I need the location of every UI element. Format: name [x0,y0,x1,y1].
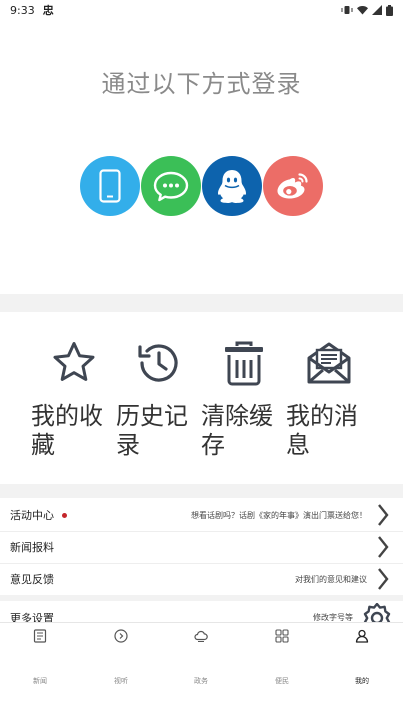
section-divider [0,294,403,312]
history-button[interactable]: 历史记录 [116,312,202,457]
tab-news-label: 新闻 [33,677,47,685]
user-icon [355,629,369,643]
qq-login-button[interactable] [202,156,262,216]
feedback-label: 意见反馈 [10,573,54,586]
trash-icon [225,341,263,386]
cloud-icon [194,630,208,642]
notification-dot [62,512,67,518]
mail-icon [307,342,351,384]
grid-icon [275,629,289,643]
wechat-icon [153,171,189,202]
tab-mine[interactable]: 我的 [322,623,402,693]
section-divider [0,484,403,498]
messages-button[interactable]: 我的消息 [286,312,372,457]
tab-mine-label: 我的 [355,677,369,685]
favorites-label: 我的收藏 [31,402,103,457]
activity-center-label: 活动中心 [10,509,54,522]
chevron-right-icon [378,504,389,526]
phone-login-button[interactable] [80,156,140,216]
activity-center-desc: 想看话剧吗？话剧《家的年事》演出门票送给您！ [191,510,367,520]
clear-cache-label: 清除缓存 [201,402,273,457]
login-title: 通过以下方式登录 [101,70,302,98]
play-circle-icon [114,629,128,643]
vibrate-icon [341,6,353,14]
section-divider [0,595,403,601]
qq-penguin-icon [218,170,246,203]
weibo-login-button[interactable] [263,156,323,216]
chevron-right-icon [378,568,389,590]
history-clock-icon [138,344,178,382]
battery-icon [386,4,393,16]
bottom-tab-bar: 新闻 视听 政务 便民 我的 [0,622,403,718]
tab-government-label: 政务 [194,677,208,685]
tab-video-label: 视听 [114,677,128,685]
signal-icon [372,5,382,15]
status-bar: 9:33 忠 [0,0,403,20]
star-icon [53,342,95,381]
messages-label: 我的消息 [286,402,358,457]
status-app-glyph: 忠 [42,4,54,17]
favorites-button[interactable]: 我的收藏 [31,312,117,457]
news-report-row[interactable]: 新闻报料 [0,531,403,563]
login-methods [80,156,324,216]
tab-services-label: 便民 [275,677,289,685]
weibo-icon [277,173,308,199]
news-report-label: 新闻报料 [10,541,54,554]
status-time: 9:33 [10,3,35,17]
history-label: 历史记录 [116,402,188,457]
tab-government[interactable]: 政务 [161,623,241,693]
phone-icon [99,169,121,203]
tab-video[interactable]: 视听 [81,623,161,693]
chevron-right-icon [378,536,389,558]
feedback-desc: 对我们的意见和建议 [295,574,367,584]
tab-services[interactable]: 便民 [242,623,322,693]
clear-cache-button[interactable]: 清除缓存 [201,312,287,457]
wechat-login-button[interactable] [141,156,201,216]
wifi-icon [357,6,368,15]
tab-news[interactable]: 新闻 [0,623,80,693]
quick-actions: 我的收藏 历史记录 清除缓存 我的消息 [0,312,403,487]
news-doc-icon [33,629,47,643]
activity-center-row[interactable]: 活动中心 想看话剧吗？话剧《家的年事》演出门票送给您！ [0,499,403,531]
feedback-row[interactable]: 意见反馈 对我们的意见和建议 [0,563,403,595]
